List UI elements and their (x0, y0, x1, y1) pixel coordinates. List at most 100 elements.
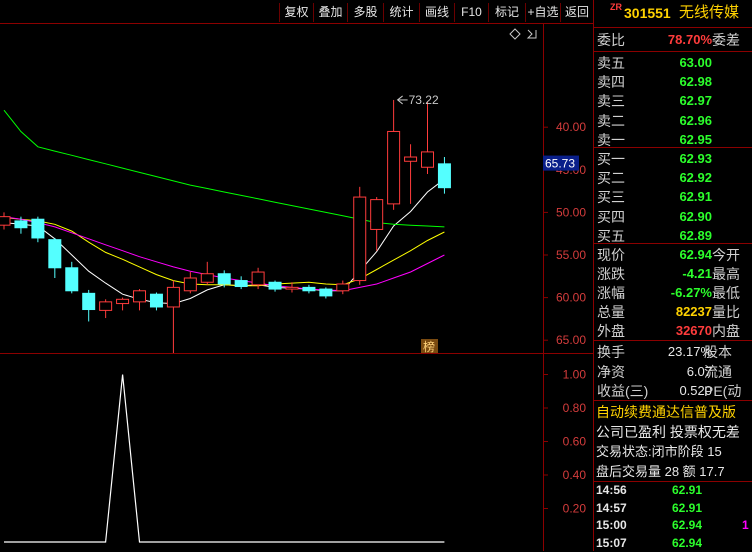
buy-level-row[interactable]: 买三 62.91 (594, 187, 752, 207)
candle[interactable] (302, 284, 316, 294)
buy-level-row[interactable]: 买一 62.93 (594, 149, 752, 169)
quote-row: 现价 62.94 今开 (594, 245, 752, 265)
chart-toolbar: 复权 叠加 多股 统计 画线 F10 标记 +自选 返回 (0, 0, 593, 24)
price-tick-label: 50.00 (556, 205, 586, 219)
candle-body (99, 301, 113, 311)
quote-value: -4.21 (682, 266, 712, 281)
toolbar-button-1[interactable]: 叠加 (313, 3, 347, 22)
sell-level-price: 62.98 (679, 74, 712, 90)
toolbar-button-7[interactable]: +自选 (525, 3, 560, 22)
candle[interactable] (82, 289, 96, 322)
stat-label-secondary: 流通 (704, 363, 732, 380)
candle[interactable] (336, 280, 350, 295)
candle-body (353, 196, 367, 282)
indicator-line (4, 374, 445, 543)
quote-row: 外盘 32670 内盘 (594, 321, 752, 341)
toolbar-button-0[interactable]: 复权 (279, 3, 313, 22)
stat-row: 收益(三) 0.520 PE(动 (594, 381, 752, 401)
candle-body (65, 267, 79, 292)
candle-body (116, 298, 130, 305)
info-message[interactable]: 公司已盈利 投票权无差 (596, 422, 752, 442)
sell-level-row[interactable]: 卖三 62.97 (594, 91, 752, 111)
candle[interactable] (421, 101, 434, 175)
tick-price: 62.94 (672, 518, 703, 532)
buy-level-price: 62.90 (679, 208, 712, 224)
sell-level-price: 62.97 (679, 93, 712, 109)
indicator-chart[interactable]: 0.20 0.40 0.60 0.80 1.00 (0, 354, 593, 551)
candle-body (166, 286, 180, 308)
candle[interactable] (370, 197, 384, 251)
candle[interactable] (353, 186, 367, 285)
candle[interactable] (149, 292, 163, 311)
sell-level-row[interactable]: 卖四 62.98 (594, 72, 752, 92)
tick-row[interactable]: 15:07 62.94 (594, 535, 752, 552)
weibi-value: 78.70% (667, 32, 712, 47)
toolbar-button-8[interactable]: 返回 (560, 3, 593, 22)
sell-level-label: 卖四 (597, 74, 625, 91)
candle[interactable] (183, 272, 197, 294)
quote-label-secondary: 内盘 (712, 323, 740, 339)
stat-label-secondary: PE(动 (704, 383, 742, 399)
sell-level-row[interactable]: 卖二 62.96 (594, 111, 752, 131)
candle[interactable] (166, 280, 180, 353)
candle[interactable] (268, 280, 282, 292)
stat-label: 净资 (597, 363, 625, 380)
stat-row: 净资 6.07 流通 (594, 362, 752, 382)
candle-body (200, 273, 214, 283)
sell-level-row[interactable]: 卖五 63.00 (594, 53, 752, 73)
buy-level-price: 62.91 (679, 189, 712, 205)
candle[interactable] (319, 287, 333, 299)
candle[interactable] (234, 276, 248, 290)
quote-value: 62.94 (679, 247, 712, 262)
price-tick-label: 60.00 (556, 291, 586, 305)
stock-header: ZR 301551 无线传媒 (594, 2, 752, 24)
candle[interactable] (437, 157, 451, 194)
toolbar-button-5[interactable]: F10 (454, 3, 488, 22)
candle[interactable] (116, 297, 130, 311)
info-message[interactable]: 交易状态:闭市阶段 15 (596, 442, 752, 462)
candle[interactable] (404, 144, 418, 204)
candle-body (133, 290, 147, 303)
quote-label-secondary: 最高 (712, 266, 740, 282)
candle[interactable] (0, 212, 11, 230)
buy-level-row[interactable]: 买二 62.92 (594, 168, 752, 188)
toolbar-button-4[interactable]: 画线 (419, 3, 454, 22)
toolbar-button-3[interactable]: 统计 (383, 3, 419, 22)
sell-level-label: 卖二 (597, 112, 625, 129)
tick-row[interactable]: 14:57 62.91 (594, 500, 752, 517)
toolbar-button-2[interactable]: 多股 (347, 3, 383, 22)
tick-price: 62.91 (672, 500, 703, 515)
quote-label: 现价 (597, 247, 625, 263)
candle-body (319, 288, 333, 297)
candle[interactable] (99, 299, 113, 319)
candle-body (370, 199, 384, 230)
candle-body (149, 293, 163, 308)
weicha-label: 委差 (712, 32, 740, 48)
candle[interactable] (65, 261, 79, 294)
candle[interactable] (387, 99, 401, 210)
expand-icon[interactable] (526, 29, 537, 39)
candle-body (183, 277, 197, 292)
candle-body (268, 281, 282, 290)
candle[interactable] (133, 289, 147, 311)
info-message[interactable]: 自动续费通达信普及版 (596, 402, 752, 422)
indicator-tick-label: 0.20 (563, 502, 587, 516)
candle[interactable] (200, 261, 214, 285)
candle-body (404, 156, 418, 162)
buy-level-label: 买二 (597, 170, 625, 187)
diamond-icon[interactable] (509, 28, 521, 40)
candle-body (336, 283, 350, 292)
candle[interactable] (31, 216, 45, 243)
toolbar-button-6[interactable]: 标记 (488, 3, 525, 22)
tick-row[interactable]: 14:56 62.91 (594, 482, 752, 499)
kline-chart[interactable]: 70.0065.0060.0055.0050.0045.0040.0073.22… (0, 24, 593, 353)
candle-body (14, 220, 28, 229)
tick-row[interactable]: 15:00 62.94 1 (594, 517, 752, 534)
buy-level-row[interactable]: 买四 62.90 (594, 207, 752, 227)
quote-label-secondary: 量比 (712, 304, 740, 320)
high-price-marker: 73.22 (409, 93, 439, 107)
candle[interactable] (48, 237, 62, 279)
stat-label-secondary: 股本 (704, 344, 732, 360)
tick-time: 15:00 (596, 518, 627, 532)
info-message[interactable]: 盘后交易量 28 额 17.7 (596, 462, 752, 482)
